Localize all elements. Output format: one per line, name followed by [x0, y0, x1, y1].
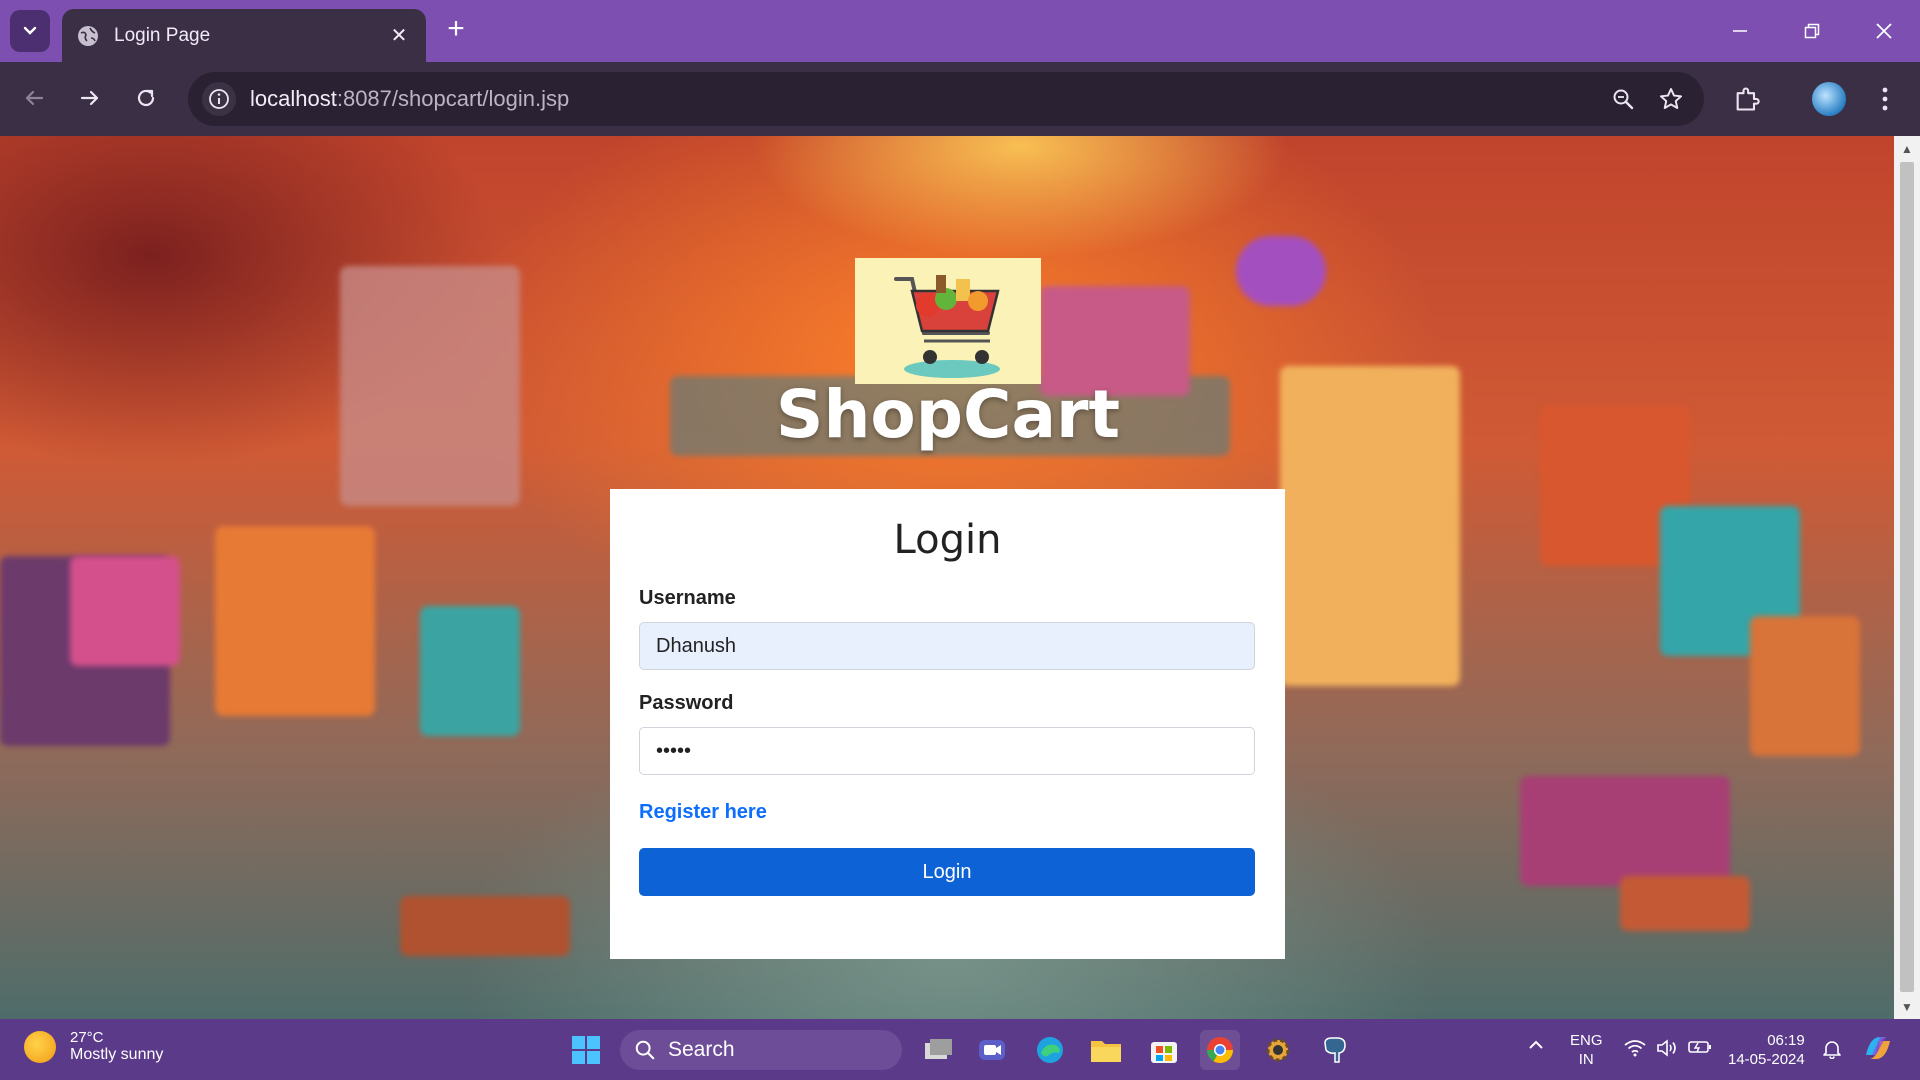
bookmark-star-icon[interactable]	[1654, 82, 1688, 116]
background-box	[1280, 366, 1460, 686]
username-label: Username	[639, 587, 736, 609]
brand-title: ShopCart	[775, 376, 1121, 453]
language-indicator[interactable]: ENG IN	[1570, 1031, 1603, 1069]
clock-date: 14-05-2024	[1728, 1051, 1805, 1068]
close-window-button[interactable]	[1860, 12, 1908, 50]
url-text[interactable]: localhost:8087/shopcart/login.jsp	[250, 86, 569, 112]
restore-button[interactable]	[1788, 12, 1836, 50]
password-input[interactable]: •••••	[639, 727, 1255, 775]
tray-overflow-icon[interactable]	[1528, 1037, 1544, 1058]
volume-icon[interactable]	[1656, 1039, 1678, 1062]
weather-temp: 27°C	[70, 1029, 104, 1046]
browser-toolbar: localhost:8087/shopcart/login.jsp	[0, 62, 1920, 136]
chevron-down-icon	[23, 26, 37, 35]
zoom-icon[interactable]	[1606, 82, 1640, 116]
sun-icon	[24, 1030, 56, 1063]
scroll-up-icon[interactable]: ▲	[1900, 142, 1914, 156]
battery-icon[interactable]	[1688, 1039, 1712, 1060]
close-icon	[1876, 23, 1892, 39]
lang-bottom: IN	[1578, 1051, 1594, 1068]
store-app[interactable]	[1144, 1030, 1184, 1070]
settings-app[interactable]	[1258, 1030, 1298, 1070]
close-tab-icon[interactable]: ✕	[386, 23, 412, 49]
edge-app[interactable]	[1030, 1030, 1070, 1070]
page-background: ShopCart Login Username Dhanush Password…	[0, 136, 1894, 1019]
clock-time: 06:19	[1767, 1032, 1805, 1049]
wifi-icon[interactable]	[1624, 1039, 1646, 1062]
notification-bell-icon[interactable]	[1822, 1039, 1842, 1064]
logo	[855, 258, 1041, 384]
task-view-icon	[925, 1039, 952, 1059]
reload-button[interactable]	[126, 78, 166, 118]
background-box	[1520, 776, 1730, 886]
minimize-button[interactable]	[1716, 12, 1764, 50]
copilot-icon[interactable]	[1862, 1033, 1894, 1068]
arrow-left-icon	[25, 90, 44, 106]
new-tab-button[interactable]: +	[440, 14, 472, 46]
site-info-icon[interactable]	[202, 82, 236, 116]
background-box	[70, 556, 180, 666]
background-box	[215, 526, 375, 716]
file-explorer-app[interactable]	[1086, 1030, 1126, 1070]
background-box	[340, 266, 520, 506]
taskbar: 27°C Mostly sunny Search ENG IN 06:19 14…	[0, 1019, 1920, 1080]
avatar	[1812, 82, 1846, 116]
weather-desc: Mostly sunny	[70, 1046, 164, 1063]
edge-icon	[1037, 1037, 1063, 1063]
elephant-icon	[1324, 1037, 1346, 1063]
page-scrollbar[interactable]: ▲ ▼	[1894, 136, 1920, 1019]
scroll-thumb[interactable]	[1900, 162, 1914, 992]
windows-icon	[572, 1036, 600, 1064]
background-box	[400, 896, 570, 956]
puzzle-icon	[1736, 87, 1760, 111]
minimize-icon	[1733, 30, 1747, 32]
forward-button[interactable]	[70, 78, 110, 118]
scroll-down-icon[interactable]: ▼	[1900, 1000, 1914, 1014]
tab-title: Login Page	[114, 24, 211, 46]
password-label: Password	[639, 692, 734, 714]
lang-top: ENG	[1570, 1032, 1603, 1049]
cart-handle	[1236, 236, 1326, 306]
extensions-button[interactable]	[1726, 78, 1768, 120]
weather-widget[interactable]: 27°C Mostly sunny	[24, 1029, 163, 1064]
reload-icon	[137, 89, 155, 107]
register-link[interactable]: Register here	[639, 801, 767, 824]
search-label: Search	[668, 1038, 735, 1061]
url-host: localhost	[250, 86, 337, 111]
video-camera-icon	[979, 1040, 1005, 1060]
restore-icon	[1804, 23, 1820, 39]
postgres-app[interactable]	[1314, 1030, 1354, 1070]
login-heading: Login	[893, 517, 1002, 563]
profile-button[interactable]	[1808, 78, 1850, 120]
globe-icon	[78, 25, 98, 46]
background-box	[420, 606, 520, 736]
background-box	[1750, 616, 1860, 756]
chrome-app[interactable]	[1200, 1030, 1240, 1070]
more-vertical-icon	[1882, 87, 1888, 111]
tab-login-page[interactable]: Login Page ✕	[62, 9, 426, 62]
meet-app[interactable]	[972, 1030, 1012, 1070]
back-button[interactable]	[14, 78, 54, 118]
chrome-icon	[1206, 1037, 1234, 1064]
url-path: :8087/shopcart/login.jsp	[336, 86, 570, 111]
gear-icon	[1266, 1038, 1290, 1062]
task-view-button[interactable]	[918, 1030, 958, 1070]
address-bar[interactable]: localhost:8087/shopcart/login.jsp	[188, 72, 1704, 126]
browser-menu-button[interactable]	[1864, 78, 1906, 120]
login-button[interactable]: Login	[639, 848, 1255, 896]
shopping-cart-logo	[894, 275, 1000, 378]
username-input[interactable]: Dhanush	[639, 622, 1255, 670]
search-icon	[635, 1040, 655, 1060]
background-box	[1620, 876, 1750, 931]
arrow-right-icon	[80, 90, 99, 106]
tab-search-button[interactable]	[10, 10, 50, 52]
folder-icon	[1091, 1041, 1121, 1062]
start-button[interactable]	[566, 1030, 606, 1070]
taskbar-search[interactable]: Search	[620, 1030, 902, 1070]
clock[interactable]: 06:19 14-05-2024	[1728, 1031, 1805, 1069]
tab-strip: Login Page ✕ +	[0, 0, 1920, 62]
store-icon	[1151, 1042, 1177, 1063]
login-card: Login Username Dhanush Password ••••• Re…	[610, 489, 1285, 959]
